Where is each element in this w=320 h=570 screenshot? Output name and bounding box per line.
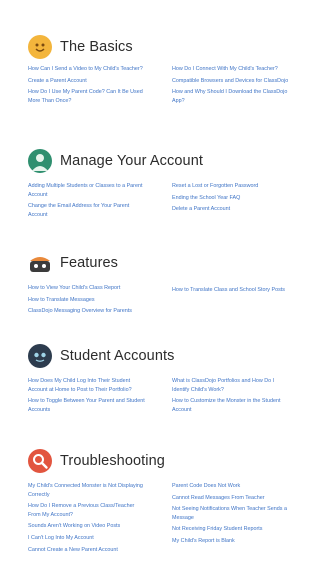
section-header: Student Accounts	[28, 343, 174, 369]
help-article-link[interactable]: Adding Multiple Students or Classes to a…	[28, 182, 146, 199]
help-article-link[interactable]: Create a Parent Account	[28, 77, 146, 86]
help-article-link[interactable]: Reset a Lost or Forgotten Password	[172, 182, 290, 191]
help-article-link[interactable]: Sounds Aren't Working on Video Posts	[28, 522, 146, 531]
help-article-link[interactable]: My Child's Report is Blank	[172, 537, 290, 546]
student-monster-icon	[28, 344, 52, 368]
help-article-link[interactable]: Compatible Browsers and Devices for Clas…	[172, 77, 290, 86]
help-article-link[interactable]: How to Translate Messages	[28, 296, 146, 305]
help-article-link[interactable]: How to Toggle Between Your Parent and St…	[28, 397, 146, 414]
help-article-link[interactable]: Change the Email Address for Your Parent…	[28, 202, 146, 219]
help-article-link[interactable]: Not Receiving Friday Student Reports	[172, 525, 290, 534]
help-article-link[interactable]: How and Why Should I Download the ClassD…	[172, 88, 290, 105]
features-monster-icon	[28, 251, 52, 275]
magnifier-icon	[28, 449, 52, 473]
link-column-right: Parent Code Does Not Work Cannot Read Me…	[172, 482, 290, 549]
account-person-icon	[28, 149, 52, 173]
link-column-left: How Does My Child Log Into Their Student…	[28, 377, 146, 417]
section-header: Features	[28, 250, 118, 276]
basics-face-icon	[28, 35, 52, 59]
link-column-right: Reset a Lost or Forgotten Password Endin…	[172, 182, 290, 217]
section-title: Student Accounts	[60, 348, 175, 364]
help-article-link[interactable]: How to View Your Child's Class Report	[28, 284, 146, 293]
section-title: Manage Your Account	[60, 153, 203, 169]
section-title: Features	[60, 255, 119, 271]
section-title: The Basics	[60, 39, 133, 55]
help-article-link[interactable]: Delete a Parent Account	[172, 205, 290, 214]
help-article-link[interactable]: How Can I Send a Video to My Child's Tea…	[28, 65, 146, 74]
link-column-right: How to Translate Class and School Story …	[172, 286, 290, 298]
link-column-left: How Can I Send a Video to My Child's Tea…	[28, 65, 146, 108]
link-column-left: My Child's Connected Monster is Not Disp…	[28, 482, 146, 557]
help-article-link[interactable]: Ending the School Year FAQ	[172, 194, 290, 203]
help-center-topics: The Basics How Can I Send a Video to My …	[0, 0, 310, 570]
help-article-link[interactable]: How Do I Use My Parent Code? Can It Be U…	[28, 88, 146, 105]
help-article-link[interactable]: Not Seeing Notifications When Teacher Se…	[172, 505, 290, 522]
help-article-link[interactable]: Cannot Create a New Parent Account	[28, 546, 146, 555]
help-article-link[interactable]: What is ClassDojo Portfolios and How Do …	[172, 377, 290, 394]
link-column-right: How Do I Connect With My Child's Teacher…	[172, 65, 290, 108]
link-column-left: How to View Your Child's Class Report Ho…	[28, 284, 146, 319]
help-article-link[interactable]: I Can't Log Into My Account	[28, 534, 146, 543]
help-article-link[interactable]: My Child's Connected Monster is Not Disp…	[28, 482, 146, 499]
link-column-right: What is ClassDojo Portfolios and How Do …	[172, 377, 290, 417]
help-article-link[interactable]: ClassDojo Messaging Overview for Parents	[28, 307, 146, 316]
section-header: Manage Your Account	[28, 148, 203, 174]
help-article-link[interactable]: How Does My Child Log Into Their Student…	[28, 377, 146, 394]
help-article-link[interactable]: How Do I Remove a Previous Class/Teacher…	[28, 502, 146, 519]
help-article-link[interactable]: Parent Code Does Not Work	[172, 482, 290, 491]
help-article-link[interactable]: How to Translate Class and School Story …	[172, 286, 290, 295]
link-column-left: Adding Multiple Students or Classes to a…	[28, 182, 146, 222]
help-article-link[interactable]: Cannot Read Messages From Teacher	[172, 494, 290, 503]
help-article-link[interactable]: How Do I Connect With My Child's Teacher…	[172, 65, 290, 74]
section-header: The Basics	[28, 34, 133, 60]
section-title: Troubleshooting	[60, 453, 165, 469]
help-article-link[interactable]: How to Customize the Monster in the Stud…	[172, 397, 290, 414]
section-header: Troubleshooting	[28, 448, 165, 474]
